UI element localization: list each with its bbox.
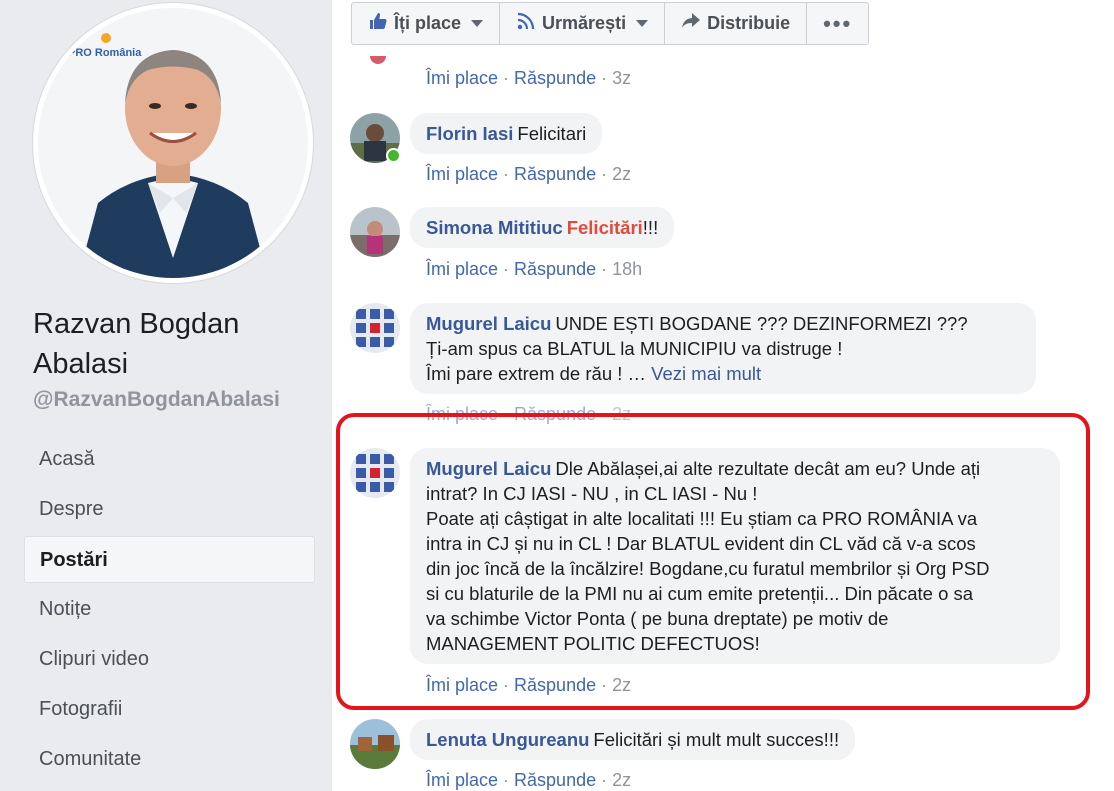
separator-dot: · [503, 164, 510, 184]
reply-comment-link[interactable]: Răspunde [514, 164, 596, 184]
nav-item-community[interactable]: Comunitate [24, 736, 315, 783]
comment-text-line: va schimbe Victor Ponta ( pe buna drepta… [426, 608, 889, 629]
like-comment-link[interactable]: Îmi place [426, 164, 498, 184]
like-page-label: Îți place [394, 13, 462, 33]
comment-author[interactable]: Mugurel Laicu [426, 313, 551, 334]
like-comment-link[interactable]: Îmi place [426, 675, 498, 695]
comment-time[interactable]: 18h [612, 259, 642, 279]
separator-dot: · [601, 259, 608, 279]
rss-icon [516, 11, 536, 36]
comment-text-line: Ți-am spus ca BLATUL la MUNICIPIU va dis… [426, 338, 843, 359]
more-dots-icon: ••• [823, 10, 853, 36]
more-options-button[interactable]: ••• [807, 3, 868, 44]
online-status-badge [386, 148, 401, 163]
comment-text: Felicitari [517, 123, 587, 144]
reply-comment-link[interactable]: Răspunde [514, 404, 596, 424]
reply-comment-link[interactable]: Răspunde [514, 770, 596, 790]
chevron-down-icon [471, 20, 484, 27]
comment-actions: Îmi place · Răspunde · 18h [426, 259, 642, 280]
comment-time[interactable]: 2z [612, 675, 631, 695]
page-title: Razvan Bogdan Abalasi [33, 308, 240, 380]
comment-bubble: Mugurel Laicu UNDE EȘTI BOGDANE ??? DEZIN… [410, 303, 1036, 394]
follow-page-label: Urmărești [542, 13, 627, 33]
like-comment-link[interactable]: Îmi place [426, 404, 498, 424]
page-action-bar: Îți place Urmărești Distribuie ••• [351, 2, 870, 45]
separator-dot: · [503, 68, 510, 88]
comment-actions: Îmi place · Răspunde · 2z [426, 675, 631, 696]
reply-comment-link[interactable]: Răspunde [514, 68, 596, 88]
like-page-button[interactable]: Îți place [352, 3, 501, 44]
comment-text-line: din joc încă de la încălzire! Bogdane,cu… [426, 558, 990, 579]
comment-actions: Îmi place · Răspunde · 2z [426, 164, 631, 185]
like-comment-link[interactable]: Îmi place [426, 68, 498, 88]
avatar[interactable] [350, 719, 400, 769]
comment-text-line: MANAGEMENT POLITIC DEFECTUOS! [426, 633, 760, 654]
comment-text: !!! [642, 217, 659, 238]
comment-text-line: Dle Abălașei,ai alte rezultate decât am … [555, 458, 981, 479]
comments-panel: Îți place Urmărești Distribuie ••• Îmi p… [332, 0, 1114, 791]
comment-text-line: Poate ați câștigat in alte localitati !!… [426, 508, 978, 529]
nav-item-notes[interactable]: Notițe [24, 586, 315, 633]
comment-author[interactable]: Mugurel Laicu [426, 458, 551, 479]
share-page-button[interactable]: Distribuie [665, 3, 808, 44]
nav-item-about[interactable]: Despre [24, 486, 315, 533]
nav-item-home[interactable]: Acasă [24, 436, 315, 483]
comment-text-line: si cu blaturile de la PMI nu ai cum emit… [426, 583, 974, 604]
comment-actions: Îmi place · Răspunde · 2z [426, 770, 631, 791]
avatar[interactable] [350, 207, 400, 257]
separator-dot: · [601, 68, 608, 88]
separator-dot: · [503, 404, 510, 424]
page-nav: Acasă Despre Postări Notițe Clipuri vide… [24, 436, 315, 786]
comment-bubble: Florin Iasi Felicitari [410, 113, 603, 154]
like-comment-link[interactable]: Îmi place [426, 259, 498, 279]
page-sidebar: PRO România Razvan Bogdan Abalasi @Razva… [0, 0, 332, 791]
comment-time[interactable]: 2z [612, 164, 631, 184]
nav-item-posts[interactable]: Postări [24, 536, 315, 583]
nav-item-videos[interactable]: Clipuri video [24, 636, 315, 683]
separator-dot: · [503, 259, 510, 279]
separator-dot: · [601, 675, 608, 695]
comment-actions: Îmi place · Răspunde · 2z [426, 404, 631, 425]
comment-text-line: intra in CJ și nu in CL ! Dar BLATUL evi… [426, 533, 976, 554]
share-arrow-icon [681, 12, 701, 35]
reply-comment-link[interactable]: Răspunde [514, 675, 596, 695]
like-comment-link[interactable]: Îmi place [426, 770, 498, 790]
comment-text-line: UNDE EȘTI BOGDANE ??? DEZINFORMEZI ??? [555, 313, 968, 334]
comment-time[interactable]: 3z [612, 68, 631, 88]
comment-bubble: Simona Mititiuc Felicitări!!! [410, 207, 675, 248]
separator-dot: · [601, 164, 608, 184]
separator-dot: · [601, 404, 608, 424]
follow-page-button[interactable]: Urmărești [500, 3, 666, 44]
comment-bubble: Mugurel Laicu Dle Abălașei,ai alte rezult… [410, 448, 1060, 664]
reply-comment-link[interactable]: Răspunde [514, 259, 596, 279]
thumbs-up-icon [368, 11, 388, 36]
separator-dot: · [503, 770, 510, 790]
share-page-label: Distribuie [707, 13, 791, 33]
logo-text: PRO România [68, 47, 142, 59]
comment-author[interactable]: Simona Mititiuc [426, 217, 563, 238]
avatar[interactable] [350, 303, 400, 353]
comment-time[interactable]: 2z [612, 770, 631, 790]
profile-photo: PRO România [38, 8, 308, 278]
separator-dot: · [601, 770, 608, 790]
comment-bubble: Lenuta Ungureanu Felicitări și mult mult … [410, 719, 856, 760]
see-more-link[interactable]: Vezi mai mult [651, 363, 761, 384]
comment-author[interactable]: Lenuta Ungureanu [426, 729, 589, 750]
page-handle[interactable]: @RazvanBogdanAbalasi [33, 388, 280, 412]
comment-text-line: intrat? In CJ IASI - NU , in CL IASI - N… [426, 483, 758, 504]
comment-time[interactable]: 2z [612, 404, 631, 424]
separator-dot: · [503, 675, 510, 695]
comment-text: Felicitări și mult mult succes!!! [593, 729, 840, 750]
chevron-down-icon [636, 20, 649, 27]
comment-text-highlight: Felicitări [566, 217, 643, 238]
comment-actions: Îmi place · Răspunde · 3z [426, 68, 631, 89]
profile-picture[interactable]: PRO România [33, 3, 313, 283]
comment-author[interactable]: Florin Iasi [426, 123, 513, 144]
avatar[interactable] [350, 448, 400, 498]
comment-text-line: Îmi pare extrem de rău ! … [426, 363, 647, 384]
nav-item-photos[interactable]: Fotografii [24, 686, 315, 733]
